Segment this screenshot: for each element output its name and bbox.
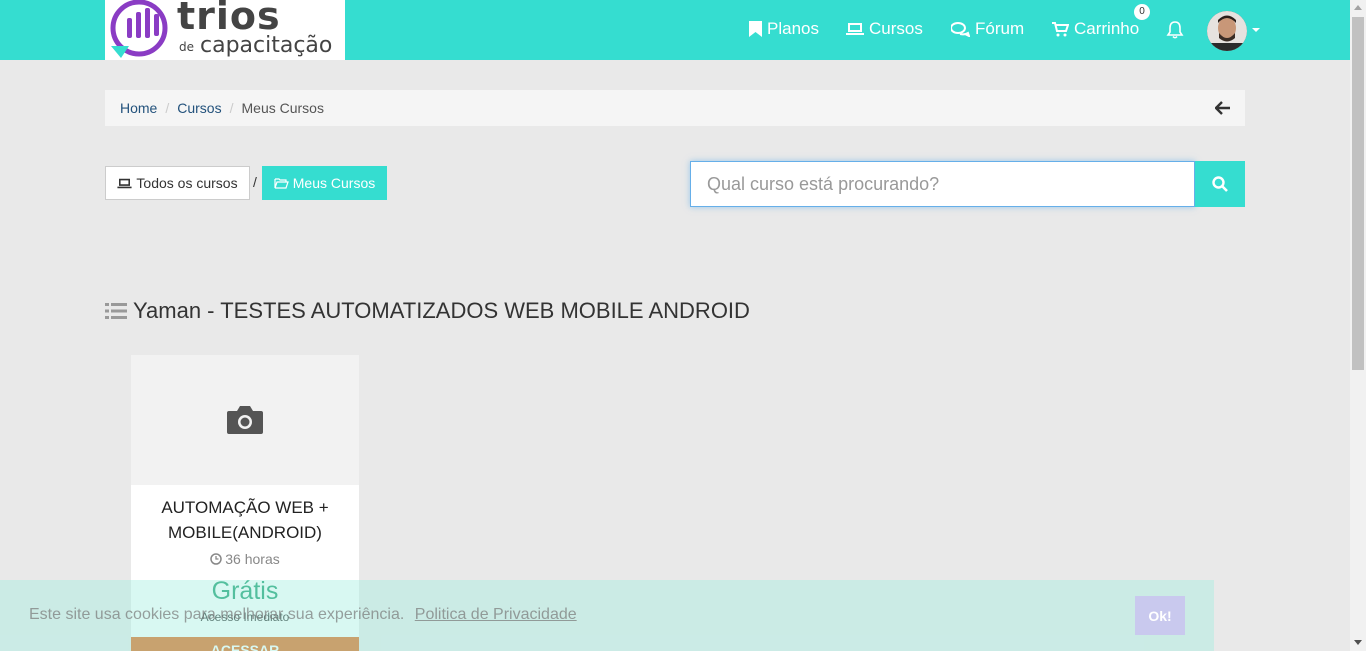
nav-planos[interactable]: Planos	[749, 19, 819, 39]
logo-text-capacitacao: capacitação	[200, 33, 333, 58]
top-navbar: trios de capacitação Planos Cursos Fórum…	[0, 0, 1350, 60]
nav-cursos-label: Cursos	[869, 19, 923, 38]
list-icon	[105, 303, 127, 319]
course-thumbnail	[131, 355, 359, 485]
cookie-text: Este site usa cookies para melhorar sua …	[29, 606, 405, 623]
all-courses-button[interactable]: Todos os cursos	[105, 166, 250, 200]
logo-text-de: de	[179, 40, 194, 54]
cookie-message: Este site usa cookies para melhorar sua …	[29, 606, 577, 624]
course-hours: 36 horas	[131, 551, 359, 567]
nav-planos-label: Planos	[767, 19, 819, 38]
scroll-thumb[interactable]	[1352, 17, 1364, 370]
user-avatar[interactable]	[1207, 11, 1247, 51]
nav-forum-label: Fórum	[975, 19, 1025, 38]
breadcrumb-cursos[interactable]: Cursos	[177, 100, 221, 116]
breadcrumb-separator: /	[229, 100, 234, 116]
search-icon	[1212, 176, 1228, 192]
section-title: Yaman - TESTES AUTOMATIZADOS WEB MOBILE …	[105, 298, 750, 324]
my-courses-button[interactable]: Meus Cursos	[262, 166, 387, 200]
cookie-banner: Este site usa cookies para melhorar sua …	[0, 580, 1214, 651]
comments-icon	[951, 21, 970, 37]
laptop-icon	[117, 178, 132, 188]
my-courses-label: Meus Cursos	[292, 175, 376, 191]
avatar-image	[1207, 11, 1247, 51]
nav-carrinho[interactable]: Carrinho	[1052, 19, 1139, 39]
laptop-icon	[846, 23, 864, 35]
brand-logo[interactable]: trios de capacitação	[105, 0, 345, 60]
clock-icon	[210, 553, 222, 565]
cart-count-badge: 0	[1134, 4, 1150, 20]
breadcrumb: Home / Cursos / Meus Cursos	[105, 90, 1245, 126]
all-courses-label: Todos os cursos	[136, 175, 238, 191]
nav-cursos[interactable]: Cursos	[846, 19, 923, 39]
cookie-ok-button[interactable]: Ok!	[1135, 596, 1185, 635]
camera-icon	[227, 406, 263, 434]
section-title-text: Yaman - TESTES AUTOMATIZADOS WEB MOBILE …	[133, 298, 750, 323]
folder-open-icon	[274, 178, 289, 189]
filter-separator: /	[253, 174, 257, 190]
cart-icon	[1052, 21, 1069, 36]
course-hours-text: 36 horas	[225, 551, 280, 567]
breadcrumb-separator: /	[165, 100, 170, 116]
course-title[interactable]: AUTOMAÇÃO WEB + MOBILE(ANDROID)	[131, 495, 359, 545]
scroll-up-arrow[interactable]	[1354, 5, 1362, 10]
scroll-down-arrow[interactable]	[1354, 640, 1362, 645]
bookmark-icon	[749, 21, 762, 37]
logo-mark-icon	[110, 0, 168, 58]
search-button[interactable]	[1195, 161, 1245, 207]
nav-carrinho-label: Carrinho	[1074, 19, 1140, 38]
bell-icon[interactable]	[1166, 21, 1184, 39]
breadcrumb-home[interactable]: Home	[120, 100, 157, 116]
breadcrumb-current: Meus Cursos	[241, 100, 324, 116]
course-search-input[interactable]	[690, 161, 1195, 207]
page-scrollbar[interactable]	[1350, 0, 1366, 651]
privacy-policy-link[interactable]: Politica de Privacidade	[415, 606, 577, 623]
back-arrow-icon[interactable]	[1215, 100, 1231, 116]
nav-forum[interactable]: Fórum	[951, 19, 1024, 39]
avatar-dropdown-caret[interactable]	[1252, 28, 1260, 32]
